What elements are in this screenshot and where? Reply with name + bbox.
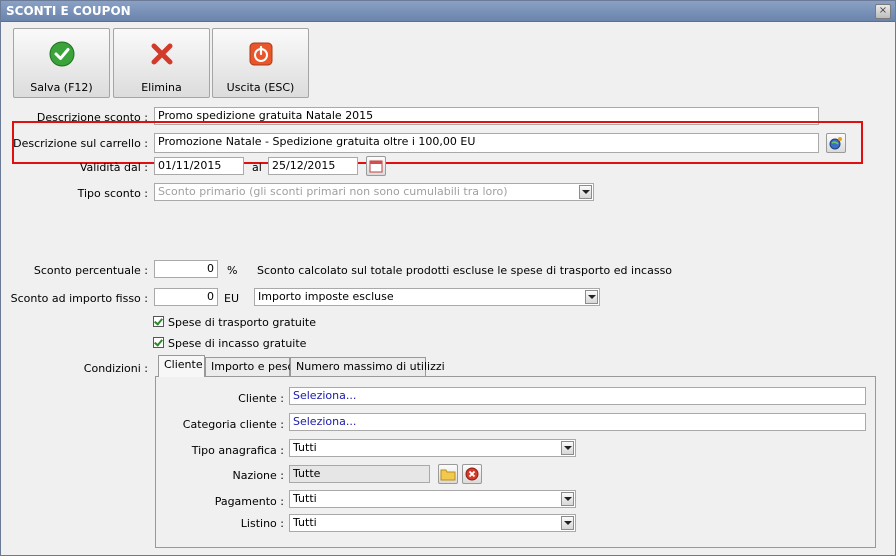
cliente-input[interactable]: Seleziona... xyxy=(289,387,866,405)
delete-button[interactable]: Elimina xyxy=(113,28,210,98)
sconto-percentuale-input[interactable]: 0 xyxy=(154,260,218,278)
pagamento-select[interactable]: Tutti xyxy=(289,490,576,508)
calendar-icon xyxy=(369,160,383,173)
listino-select[interactable]: Tutti xyxy=(289,514,576,532)
tab-numero-utilizzi[interactable]: Numero massimo di utilizzi xyxy=(290,357,445,376)
spese-incasso-label: Spese di incasso gratuite xyxy=(168,337,307,350)
check-icon xyxy=(49,41,74,67)
exit-label: Uscita (ESC) xyxy=(226,81,295,94)
close-button[interactable]: × xyxy=(875,4,891,19)
x-icon xyxy=(151,43,172,65)
tipo-sconto-label: Tipo sconto : xyxy=(77,187,148,200)
tipo-anagrafica-label: Tipo anagrafica : xyxy=(191,444,284,457)
delete-label: Elimina xyxy=(141,81,182,94)
tab-importo-peso[interactable]: Importo e peso xyxy=(205,357,294,376)
exit-button[interactable]: Uscita (ESC) xyxy=(212,28,309,98)
highlight-box xyxy=(12,121,863,164)
sconto-fisso-input[interactable]: 0 xyxy=(154,288,218,306)
categoria-label: Categoria cliente : xyxy=(182,418,284,431)
condizioni-label: Condizioni : xyxy=(83,362,148,375)
calendar-button[interactable] xyxy=(366,156,386,176)
listino-label: Listino : xyxy=(240,517,284,530)
nazione-label: Nazione : xyxy=(232,469,284,482)
validita-from-input[interactable]: 01/11/2015 xyxy=(154,157,244,175)
folder-button[interactable] xyxy=(438,464,458,484)
tipo-anagrafica-select[interactable]: Tutti xyxy=(289,439,576,457)
nazione-input: Tutte xyxy=(289,465,430,483)
imposte-select[interactable]: Importo imposte escluse xyxy=(254,288,600,306)
spese-incasso-checkbox[interactable] xyxy=(153,337,164,348)
chevron-down-icon[interactable] xyxy=(561,492,574,506)
validita-label: Validità dal : xyxy=(79,161,148,174)
chevron-down-icon[interactable] xyxy=(585,290,598,304)
clear-button[interactable] xyxy=(462,464,482,484)
cliente-label: Cliente : xyxy=(238,392,284,405)
sconto-percentuale-note: Sconto calcolato sul totale prodotti esc… xyxy=(257,264,673,277)
clear-icon xyxy=(465,467,479,481)
tipo-anagrafica-value: Tutti xyxy=(293,441,317,454)
sconto-percentuale-label: Sconto percentuale : xyxy=(33,264,148,277)
pagamento-label: Pagamento : xyxy=(214,495,284,508)
window-title: SCONTI E COUPON xyxy=(6,4,131,18)
title-bar: SCONTI E COUPON × xyxy=(1,1,895,22)
sconto-fisso-label: Sconto ad importo fisso : xyxy=(10,292,148,305)
folder-icon xyxy=(440,469,456,481)
currency-unit: EU xyxy=(224,292,240,305)
tab-cliente[interactable]: Cliente xyxy=(158,355,205,377)
power-icon xyxy=(249,42,272,66)
categoria-input[interactable]: Seleziona... xyxy=(289,413,866,431)
percent-unit: % xyxy=(227,264,238,277)
save-label: Salva (F12) xyxy=(30,81,93,94)
tipo-sconto-value: Sconto primario (gli sconti primari non … xyxy=(158,185,508,198)
imposte-value: Importo imposte escluse xyxy=(258,290,394,303)
spese-trasporto-checkbox[interactable] xyxy=(153,316,164,327)
spese-trasporto-label: Spese di trasporto gratuite xyxy=(168,316,317,329)
save-button[interactable]: Salva (F12) xyxy=(13,28,110,98)
chevron-down-icon[interactable] xyxy=(579,185,592,199)
al-label: al xyxy=(252,161,262,174)
validita-to-input[interactable]: 25/12/2015 xyxy=(268,157,358,175)
chevron-down-icon[interactable] xyxy=(561,441,574,455)
chevron-down-icon[interactable] xyxy=(561,516,574,530)
tipo-sconto-select[interactable]: Sconto primario (gli sconti primari non … xyxy=(154,183,594,201)
listino-value: Tutti xyxy=(293,516,317,529)
pagamento-value: Tutti xyxy=(293,492,317,505)
